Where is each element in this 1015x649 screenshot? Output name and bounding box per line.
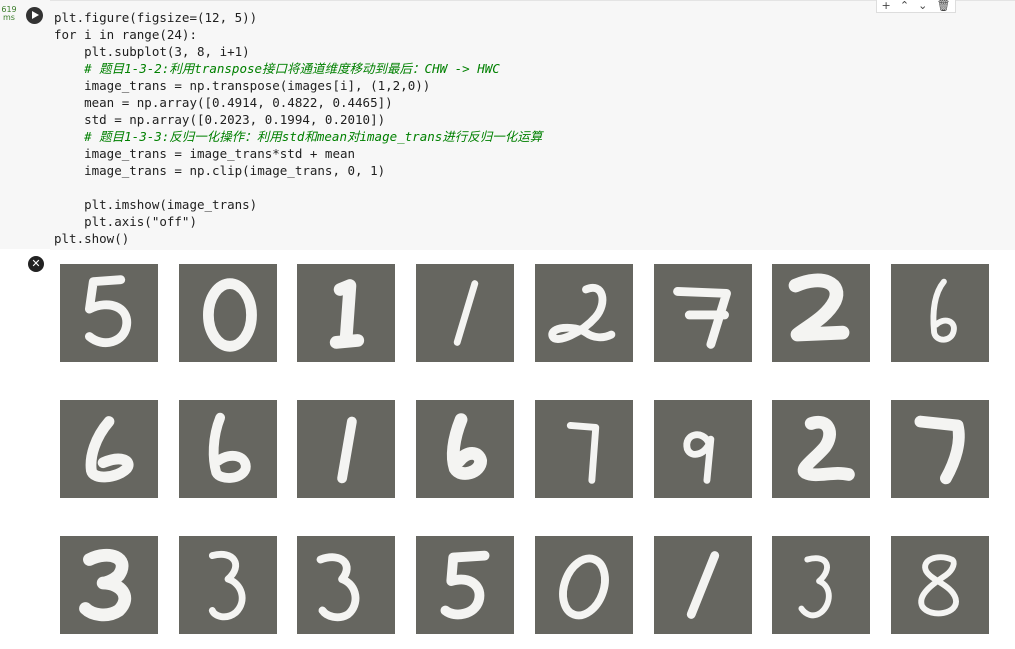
output-area: [50, 252, 1015, 649]
clear-output-button[interactable]: ✕: [28, 256, 44, 272]
code-line-8: # 题目1-3-3:反归一化操作：利用std和mean对image_trans进…: [54, 128, 542, 145]
digit-image-2: [772, 264, 870, 362]
digit-1-glyph: [329, 279, 365, 349]
code-text: image_trans = image_trans*std + mean: [54, 146, 356, 161]
digit-image-6: [416, 400, 514, 498]
digit-image-2: [535, 264, 633, 362]
digit-3-glyph: [79, 548, 131, 622]
add-cell-icon[interactable]: +: [882, 0, 891, 11]
code-line-7: std = np.array([0.2023, 0.1994, 0.2010]): [54, 111, 385, 128]
code-line-1: plt.figure(figsize=(12, 5)): [54, 9, 257, 26]
move-up-icon[interactable]: ⌃: [900, 0, 909, 11]
code-text: for i in range(24):: [54, 27, 197, 42]
digit-image-8: [891, 536, 989, 634]
digit-image-3: [772, 536, 870, 634]
code-line-12: plt.imshow(image_trans): [54, 196, 257, 213]
code-editor[interactable]: plt.figure(figsize=(12, 5)) for i in ran…: [50, 0, 1015, 250]
digit-6-glyph: [930, 278, 957, 343]
code-text: plt.axis("off"): [54, 214, 197, 229]
digit-6-glyph: [208, 412, 251, 483]
digit-image-6: [60, 400, 158, 498]
code-text: image_trans = np.clip(image_trans, 0, 1): [54, 163, 386, 178]
digit-image-7: [654, 264, 752, 362]
code-line-6: mean = np.array([0.4914, 0.4822, 0.4465]…: [54, 94, 393, 111]
code-text: plt.show(): [54, 231, 130, 246]
code-text: plt.imshow(image_trans): [54, 197, 258, 212]
code-comment: # 题目1-3-3:反归一化操作：利用std和mean对image_trans进…: [54, 129, 543, 144]
digit-5-glyph: [440, 550, 490, 620]
digit-image-7: [891, 400, 989, 498]
code-text: plt.subplot(3, 8, i+1): [54, 44, 250, 59]
digit-image-9: [654, 400, 752, 498]
digit-7-glyph: [914, 415, 965, 485]
digit-7-glyph: [566, 422, 600, 484]
digit-image-7: [535, 400, 633, 498]
digit-7-glyph: [673, 287, 731, 349]
cell-toolbar: + ⌃ ⌄ 🗑: [876, 0, 956, 13]
digit-image-6: [179, 400, 277, 498]
digit-2-glyph: [548, 283, 616, 343]
code-text: std = np.array([0.2023, 0.1994, 0.2010]): [54, 112, 386, 127]
digit-image-3: [179, 536, 277, 634]
digit-2-glyph: [788, 273, 850, 342]
execution-time-unit: ms: [3, 13, 15, 22]
digit-3-glyph: [798, 555, 832, 619]
digit-1-glyph: [453, 280, 479, 346]
digit-image-5: [416, 536, 514, 634]
code-line-10: image_trans = np.clip(image_trans, 0, 1): [54, 162, 385, 179]
digit-image-0: [535, 536, 633, 634]
digit-image-1: [297, 400, 395, 498]
digit-0-glyph: [559, 554, 609, 620]
code-line-2: for i in range(24):: [54, 26, 197, 43]
code-line-3: plt.subplot(3, 8, i+1): [54, 43, 250, 60]
digit-image-5: [60, 264, 158, 362]
code-text: mean = np.array([0.4914, 0.4822, 0.4465]…: [54, 95, 393, 110]
digit-1-glyph: [337, 416, 357, 484]
digit-8-glyph: [918, 554, 959, 617]
digit-image-6: [891, 264, 989, 362]
execution-time: 619 ms: [0, 6, 18, 22]
digit-image-1: [654, 536, 752, 634]
digit-9-glyph: [683, 431, 715, 484]
delete-cell-icon[interactable]: 🗑: [936, 0, 950, 11]
code-line-13: plt.axis("off"): [54, 213, 197, 230]
digit-3-glyph: [208, 550, 246, 621]
digit-image-0: [179, 264, 277, 362]
digit-5-glyph: [84, 275, 132, 348]
digit-1-glyph: [686, 551, 720, 619]
code-text: image_trans = np.transpose(images[i], (1…: [54, 78, 431, 93]
digit-image-3: [60, 536, 158, 634]
digit-2-glyph: [797, 415, 855, 482]
move-down-icon[interactable]: ⌄: [918, 0, 927, 11]
digit-0-glyph: [203, 278, 257, 352]
code-comment: # 题目1-3-2:利用transpose接口将通道维度移动到最后：CHW ->…: [54, 61, 500, 76]
code-line-4: # 题目1-3-2:利用transpose接口将通道维度移动到最后：CHW ->…: [54, 60, 500, 77]
digit-image-1: [416, 264, 514, 362]
digit-6-glyph: [446, 413, 488, 480]
run-cell-button[interactable]: [26, 7, 43, 24]
code-line-9: image_trans = image_trans*std + mean: [54, 145, 355, 162]
code-text: plt.figure(figsize=(12, 5)): [54, 10, 258, 25]
cell-gutter: 619 ms: [0, 0, 50, 249]
digit-image-2: [772, 400, 870, 498]
digit-image-3: [297, 536, 395, 634]
digit-6-glyph: [85, 416, 134, 483]
digit-3-glyph: [316, 553, 360, 622]
digit-image-1: [297, 264, 395, 362]
code-line-5: image_trans = np.transpose(images[i], (1…: [54, 77, 430, 94]
code-line-14: plt.show(): [54, 230, 129, 247]
